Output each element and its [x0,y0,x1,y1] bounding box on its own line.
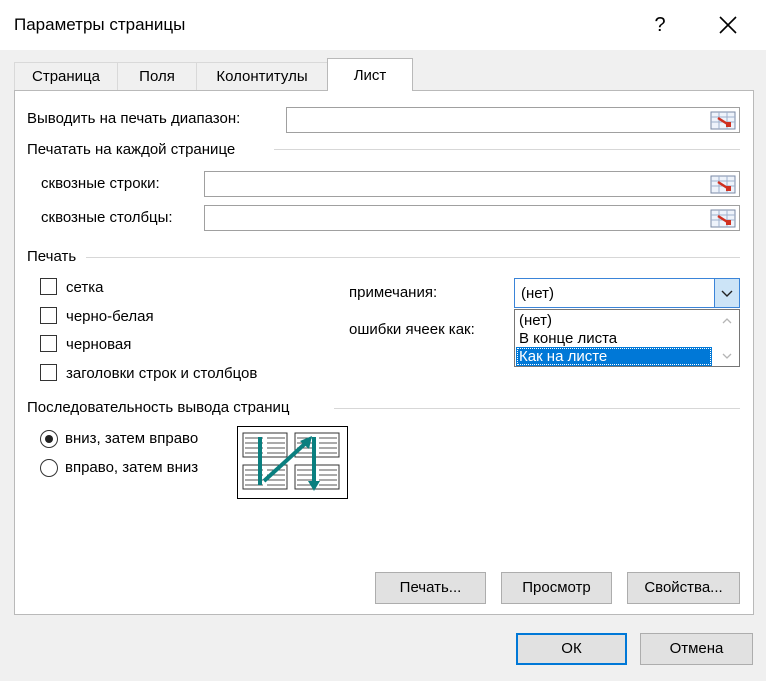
gridlines-checkbox[interactable] [40,278,57,295]
page-order-section: Последовательность вывода страниц [27,399,296,416]
print-titles-section: Печатать на каждой странице [27,141,242,158]
tab-label: Страница [32,68,100,85]
comments-option-as-displayed[interactable]: Как на листе [516,347,712,366]
comments-select[interactable]: (нет) [514,278,740,308]
gridlines-label[interactable]: сетка [66,279,103,296]
comments-selected-value: (нет) [521,285,554,302]
down-then-over-radio[interactable] [40,430,58,448]
print-section: Печать [27,248,83,265]
cell-errors-label: ошибки ячеек как: [349,321,475,338]
tab-header-footer[interactable]: Колонтитулы [196,62,328,90]
comments-dropdown-toggle[interactable] [714,279,739,307]
comments-label: примечания: [349,284,438,301]
close-icon [719,16,737,34]
chevron-up-icon[interactable] [715,312,739,330]
cancel-button[interactable]: Отмена [640,633,753,665]
help-button[interactable]: ? [640,8,680,42]
cols-to-repeat-label: сквозные столбцы: [41,209,173,226]
tab-sheet[interactable]: Лист [327,58,413,91]
ok-button[interactable]: ОК [516,633,627,665]
over-then-down-label[interactable]: вправо, затем вниз [65,459,198,476]
black-white-label[interactable]: черно-белая [66,308,154,325]
over-then-down-radio[interactable] [40,459,58,477]
page-setup-dialog: Параметры страницы ? Страница Поля Колон… [0,0,766,681]
dropdown-scrollbar[interactable] [715,310,739,366]
row-col-headings-label[interactable]: заголовки строк и столбцов [66,365,257,382]
dialog-title: Параметры страницы [14,15,186,34]
draft-quality-checkbox[interactable] [40,335,57,352]
page-order-diagram-icon [242,432,340,491]
print-area-label: Выводить на печать диапазон: [27,110,241,127]
rows-to-repeat-label: сквозные строки: [41,175,160,192]
tab-label: Колонтитулы [216,68,308,85]
page-order-preview [237,426,348,499]
black-white-checkbox[interactable] [40,307,57,324]
title-bar: Параметры страницы ? [0,0,766,50]
comments-option-none[interactable]: (нет) [516,311,712,330]
radio-selected-dot [45,435,53,443]
draft-quality-label[interactable]: черновая [66,336,131,353]
tab-label: Поля [139,68,175,85]
print-button[interactable]: Печать... [375,572,486,604]
help-icon: ? [654,14,666,36]
tab-label: Лист [353,67,387,84]
comments-option-end-of-sheet[interactable]: В конце листа [516,329,712,348]
tab-margins[interactable]: Поля [117,62,197,90]
row-col-headings-checkbox[interactable] [40,364,57,381]
print-area-input[interactable] [286,107,740,133]
section-divider [274,149,740,150]
section-divider [86,257,740,258]
down-then-over-label[interactable]: вниз, затем вправо [65,430,198,447]
chevron-down-icon [721,290,733,297]
rows-to-repeat-input[interactable] [204,171,740,197]
close-button[interactable] [706,8,750,42]
print-preview-button[interactable]: Просмотр [501,572,612,604]
range-select-icon[interactable] [710,175,736,194]
section-divider [334,408,740,409]
comments-dropdown-list: (нет) В конце листа Как на листе [514,309,740,367]
range-select-icon[interactable] [710,111,736,130]
range-select-icon[interactable] [710,209,736,228]
cols-to-repeat-input[interactable] [204,205,740,231]
tab-page[interactable]: Страница [14,62,118,90]
chevron-down-icon[interactable] [715,347,739,365]
properties-button[interactable]: Свойства... [627,572,740,604]
